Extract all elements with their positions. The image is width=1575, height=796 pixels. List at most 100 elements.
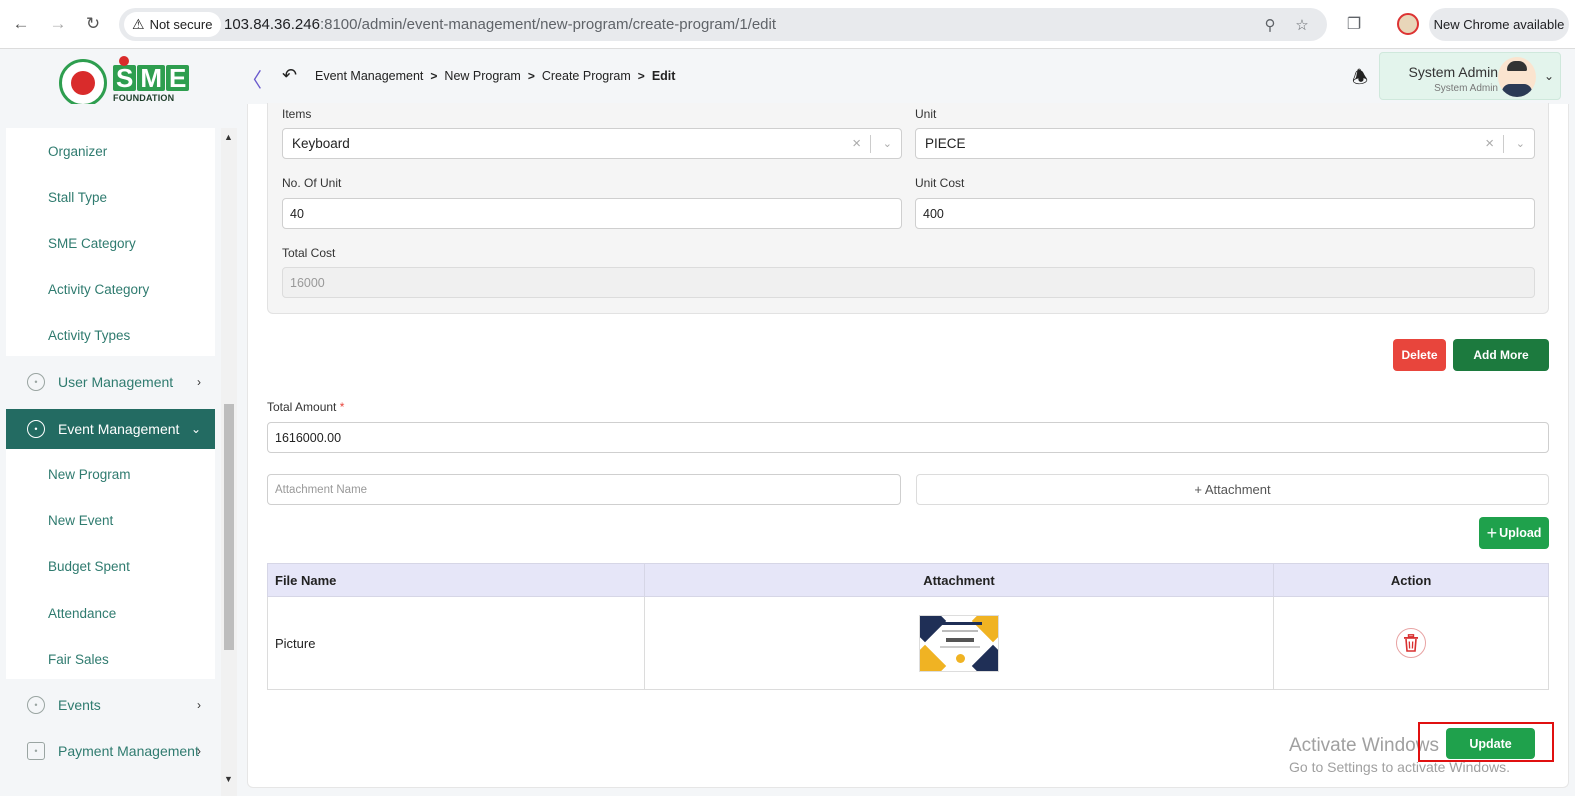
select-divider (1503, 135, 1504, 153)
attachment-cell (643, 596, 1275, 690)
plus-icon: + (1486, 522, 1498, 543)
update-highlight-box (1418, 722, 1554, 762)
scroll-thumb[interactable] (224, 404, 234, 650)
url-host: 103.84.36.246 (224, 16, 320, 33)
delete-button[interactable]: Delete (1393, 339, 1446, 371)
breadcrumb-item[interactable]: Event Management (315, 69, 423, 83)
security-chip[interactable]: ⚠ Not secure (124, 12, 222, 37)
app-header: SME FOUNDATION 〈 ↶ Event Management > New… (0, 49, 1575, 107)
reload-icon[interactable]: ↻ (81, 12, 105, 36)
chevron-right-icon: > (637, 69, 645, 83)
forward-arrow-icon[interactable]: → (46, 12, 70, 36)
sidebar-item-label: User Management (58, 374, 174, 390)
action-cell (1273, 596, 1549, 690)
no-of-unit-input[interactable]: 40 (282, 198, 902, 229)
sidebar-item-stall-type[interactable]: Stall Type (48, 190, 107, 205)
chevron-down-icon[interactable]: ⌄ (1516, 137, 1525, 150)
sidebar-item-event-management[interactable]: • Event Management ⌄ (6, 409, 215, 449)
sidebar-item-user-management[interactable]: • User Management › (6, 362, 215, 402)
sidebar-collapse-icon[interactable]: 〈 (242, 64, 262, 93)
no-of-unit-label: No. Of Unit (282, 176, 342, 190)
main-content: Items Keyboard × ⌄ Unit PIECE × ⌄ No. Of… (247, 103, 1569, 788)
table-header-row: File Name Attachment Action (267, 563, 1549, 597)
security-label: Not secure (149, 17, 213, 32)
chevron-down-icon: ⌄ (190, 422, 201, 436)
upload-button[interactable]: + Upload (1479, 517, 1549, 549)
budget-item-card: Items Keyboard × ⌄ Unit PIECE × ⌄ No. Of… (267, 103, 1549, 314)
sidebar-scrollbar[interactable]: ▲ ▼ (221, 128, 237, 796)
sidebar-item-organizer[interactable]: Organizer (48, 144, 107, 159)
sidebar-item-sme-category[interactable]: SME Category (48, 236, 136, 251)
lock-icon: • (27, 420, 45, 438)
add-more-button[interactable]: Add More (1453, 339, 1549, 371)
column-header-file-name: File Name (267, 563, 645, 597)
table-row: Picture (267, 596, 1549, 690)
chevron-right-icon: › (197, 744, 201, 758)
required-mark: * (339, 400, 345, 414)
breadcrumb-current: Edit (651, 69, 676, 83)
attachments-table: File Name Attachment Action Picture (267, 563, 1549, 690)
total-amount-label: Total Amount * (267, 400, 344, 414)
logo-letter: M (137, 65, 166, 91)
breadcrumb-item[interactable]: New Program (444, 69, 520, 83)
zoom-icon[interactable]: ⚲ (1259, 14, 1281, 36)
undo-back-icon[interactable]: ↶ (282, 65, 297, 86)
chevron-right-icon: › (197, 698, 201, 712)
scroll-up-arrow-icon[interactable]: ▲ (224, 132, 233, 142)
unit-select[interactable]: PIECE × ⌄ (915, 128, 1535, 159)
sidebar-item-label: Event Management (58, 421, 180, 437)
total-amount-input[interactable]: 1616000.00 (267, 422, 1549, 453)
sidebar-item-budget-spent[interactable]: Budget Spent (48, 559, 130, 574)
lock-icon: • (27, 696, 45, 714)
clear-icon[interactable]: × (1485, 135, 1494, 152)
sidebar-item-events[interactable]: • Events › (6, 685, 215, 725)
warning-icon: ⚠ (132, 16, 145, 32)
unit-cost-input[interactable]: 400 (915, 198, 1535, 229)
logo-subtitle: FOUNDATION (113, 93, 175, 103)
sidebar-item-payment-management[interactable]: • Payment Management › (6, 731, 215, 771)
add-attachment-button[interactable]: + Attachment (916, 474, 1549, 505)
sme-foundation-logo[interactable]: SME FOUNDATION (59, 56, 190, 107)
sidebar-item-new-program[interactable]: New Program (48, 467, 131, 482)
shield-icon: • (27, 373, 45, 391)
total-cost-input: 16000 (282, 267, 1535, 298)
notification-bell-icon[interactable]: 🕭 (1352, 65, 1368, 95)
sidebar-item-activity-category[interactable]: Activity Category (48, 282, 149, 297)
sidebar-item-attendance[interactable]: Attendance (48, 606, 116, 621)
profile-avatar-icon[interactable] (1397, 13, 1419, 35)
user-role: System Admin (1434, 83, 1498, 94)
attachment-name-input[interactable]: Attachment Name (267, 474, 901, 505)
total-cost-label: Total Cost (282, 246, 336, 260)
extensions-icon[interactable]: ❐ (1342, 12, 1366, 36)
items-select-value: Keyboard (292, 136, 350, 151)
certificate-thumbnail[interactable] (918, 614, 999, 672)
sidebar-item-label: Payment Management (58, 743, 199, 759)
chevron-down-icon[interactable]: ⌄ (883, 137, 892, 150)
upload-button-label: Upload (1499, 526, 1542, 540)
sidebar-item-new-event[interactable]: New Event (48, 513, 113, 528)
total-amount-label-text: Total Amount (267, 400, 337, 414)
clear-icon[interactable]: × (852, 135, 861, 152)
back-arrow-icon[interactable]: ← (9, 12, 33, 36)
address-bar[interactable]: ⚠ Not secure 103.84.36.246:8100/admin/ev… (119, 8, 1327, 41)
chevron-down-icon[interactable]: ⌄ (1544, 69, 1554, 83)
breadcrumb-item[interactable]: Create Program (542, 69, 631, 83)
sidebar-item-label: Events (58, 697, 101, 713)
items-select[interactable]: Keyboard × ⌄ (282, 128, 902, 159)
sidebar-item-fair-sales[interactable]: Fair Sales (48, 652, 109, 667)
sidebar: Organizer Stall Type SME Category Activi… (0, 104, 240, 796)
url-path: :8100/admin/event-management/new-program… (319, 16, 777, 33)
user-menu[interactable]: System Admin System Admin ⌄ (1379, 52, 1561, 100)
column-header-action: Action (1273, 563, 1549, 597)
sidebar-item-activity-types[interactable]: Activity Types (48, 328, 130, 343)
star-icon[interactable]: ☆ (1291, 14, 1313, 36)
browser-toolbar: ← → ↻ ⚠ Not secure 103.84.36.246:8100/ad… (0, 0, 1575, 49)
unit-cost-label: Unit Cost (915, 176, 965, 190)
url-text[interactable]: 103.84.36.246:8100/admin/event-managemen… (224, 16, 776, 33)
select-divider (870, 135, 871, 153)
new-chrome-button[interactable]: New Chrome available (1429, 8, 1569, 41)
unit-label: Unit (915, 107, 937, 121)
chevron-right-icon: › (197, 375, 201, 389)
scroll-down-arrow-icon[interactable]: ▼ (224, 774, 233, 784)
trash-icon[interactable] (1396, 628, 1427, 658)
